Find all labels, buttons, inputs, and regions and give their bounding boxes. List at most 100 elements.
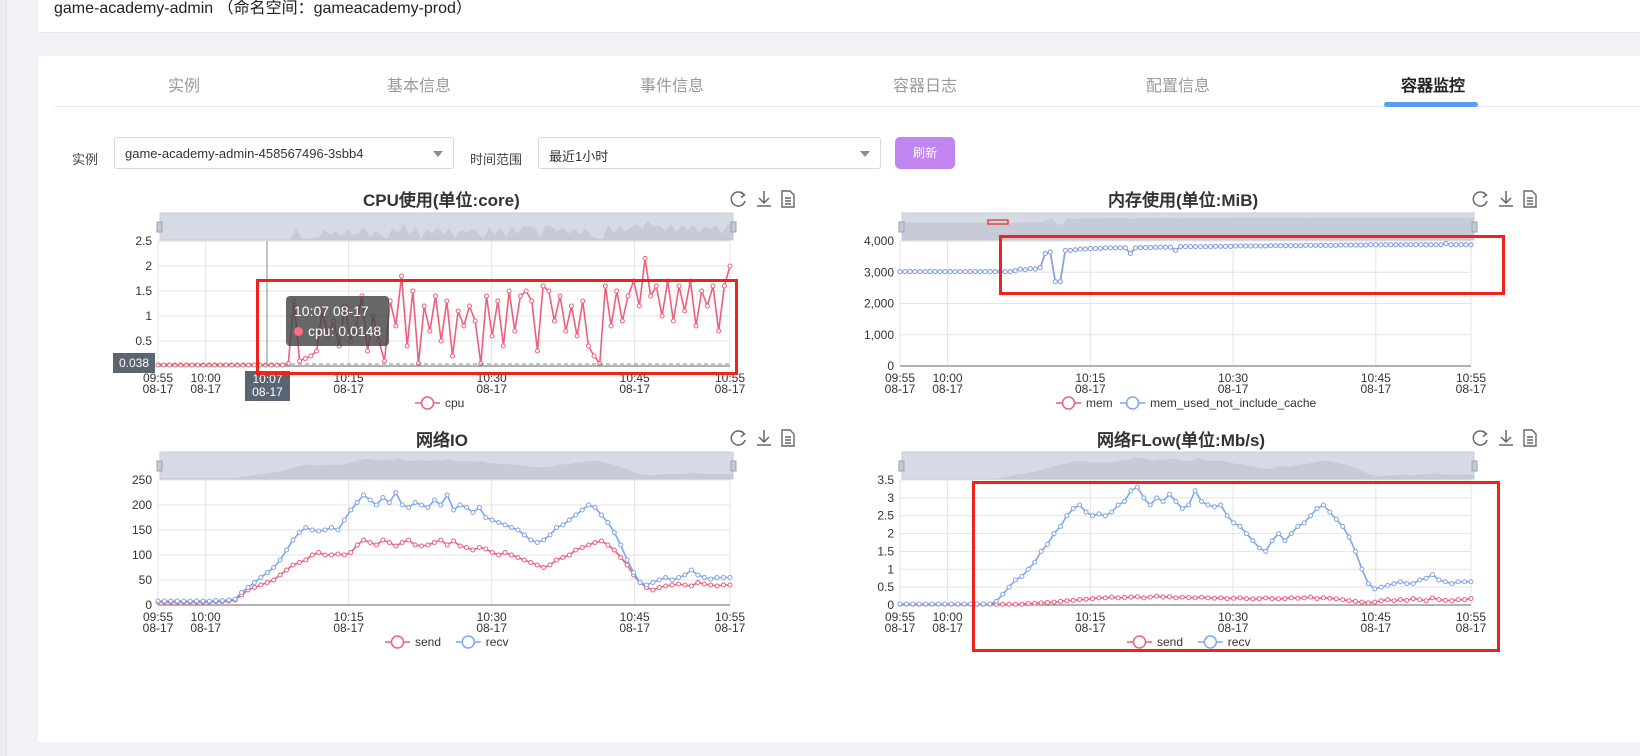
recv-point: [1057, 523, 1063, 529]
recv-point: [1410, 581, 1416, 587]
recv-point: [714, 575, 720, 580]
recv-point: [663, 575, 669, 580]
y-tick-label: 3,000: [864, 265, 894, 279]
mem_used_not_include_cache-point: [1107, 245, 1113, 251]
send-point: [329, 552, 335, 558]
download-icon[interactable]: [1499, 191, 1513, 207]
recv-point: [676, 575, 682, 580]
legend-symbol-icon: [461, 635, 476, 649]
chart-tooltip: 10:07 08-17 cpu: 0.0148: [286, 296, 390, 346]
send-point: [598, 538, 604, 544]
recv-point: [1231, 520, 1237, 526]
send-point: [412, 542, 418, 548]
send-point: [547, 562, 553, 568]
send-point: [1269, 596, 1275, 602]
send-point: [592, 540, 598, 545]
send-point: [1147, 594, 1153, 600]
recv-point: [168, 598, 174, 604]
send-point: [1256, 596, 1262, 602]
send-point: [502, 550, 508, 555]
recv-point: [303, 525, 309, 530]
data-view-icon[interactable]: [1523, 190, 1537, 208]
refresh-icon[interactable]: [1472, 430, 1488, 446]
mem_used_not_include_cache-point: [1413, 242, 1419, 248]
cpu-point: [710, 283, 716, 289]
legend-symbol-icon: [420, 396, 435, 410]
send-point: [386, 540, 392, 545]
x-tick-label: 08-17: [476, 382, 507, 396]
send-point: [489, 550, 495, 555]
recv-point: [923, 601, 929, 607]
recv-point: [508, 525, 514, 530]
recv-point: [1320, 502, 1326, 508]
recv-point: [1160, 498, 1166, 504]
recv-point: [935, 601, 941, 607]
data-view-icon[interactable]: [1523, 429, 1537, 447]
mem_used_not_include_cache-point: [1468, 242, 1474, 248]
send-point: [271, 577, 277, 583]
send-point: [393, 543, 399, 549]
recv-point: [528, 537, 534, 543]
recv-point: [1436, 577, 1442, 583]
mem_used_not_include_cache-point: [1042, 251, 1048, 256]
y-tick-label: 50: [139, 573, 153, 587]
refresh-icon[interactable]: [1472, 191, 1488, 207]
mem_used_not_include_cache-point: [1213, 243, 1219, 249]
send-point: [515, 555, 521, 560]
recv-point: [1333, 516, 1339, 522]
recv-point: [386, 500, 392, 505]
refresh-icon[interactable]: [730, 430, 746, 446]
send-point: [1102, 595, 1108, 601]
recv-point: [897, 601, 903, 607]
send-point: [1025, 601, 1031, 607]
recv-point: [1378, 584, 1384, 590]
download-icon[interactable]: [757, 430, 771, 446]
y-tick-label: 2.5: [135, 234, 152, 248]
cpu-point: [659, 313, 665, 319]
refresh-icon[interactable]: [730, 191, 746, 207]
send-point: [1051, 599, 1057, 605]
recv-point: [579, 507, 585, 513]
data-view-icon[interactable]: [781, 190, 795, 208]
recv-point: [566, 517, 572, 523]
netio-toolbox: [730, 429, 795, 447]
download-icon[interactable]: [1499, 430, 1513, 446]
send-point: [1154, 593, 1160, 599]
cpu-point: [472, 318, 478, 324]
recv-point: [910, 601, 916, 607]
mem_used_not_include_cache-point: [1268, 243, 1274, 249]
cpu-point: [438, 338, 444, 344]
mem_used_not_include_cache-point: [1278, 243, 1284, 249]
mem_used_not_include_cache-point: [1438, 242, 1444, 248]
mem_used_not_include_cache-point: [1072, 247, 1078, 253]
mem-chart-group: 01,0002,0003,0004,00009:5508-1710:0008-1…: [864, 212, 1487, 410]
send-point: [425, 542, 431, 548]
download-icon[interactable]: [757, 191, 771, 207]
recv-point: [271, 565, 277, 570]
send-point: [1096, 595, 1102, 601]
recv-point: [1102, 513, 1108, 519]
send-point: [483, 546, 489, 552]
send-point: [1263, 595, 1269, 601]
mem_used_not_include_cache-point: [1283, 243, 1289, 249]
data-view-icon[interactable]: [781, 429, 795, 447]
recv-point: [412, 500, 418, 505]
mem_used_not_include_cache-point: [1142, 245, 1148, 251]
send-point: [650, 587, 656, 593]
mem_used_not_include_cache-point: [977, 269, 983, 275]
mem_used_not_include_cache-point: [1062, 247, 1068, 253]
y-tick-label: 4,000: [864, 234, 894, 248]
recv-point: [695, 572, 701, 578]
recv-point: [993, 598, 999, 604]
send-point: [573, 547, 579, 553]
send-point: [1231, 595, 1237, 601]
recv-point: [1276, 531, 1282, 537]
x-tick-label: 08-17: [333, 382, 364, 396]
cpu-point: [529, 298, 535, 304]
legend-label: recv: [1228, 635, 1251, 649]
x-tick-label: 08-17: [1218, 382, 1249, 396]
mem_used_not_include_cache-point: [962, 269, 968, 275]
mem_used_not_include_cache-point: [1398, 242, 1404, 248]
recv-point: [916, 601, 922, 607]
recv-point: [961, 601, 967, 607]
